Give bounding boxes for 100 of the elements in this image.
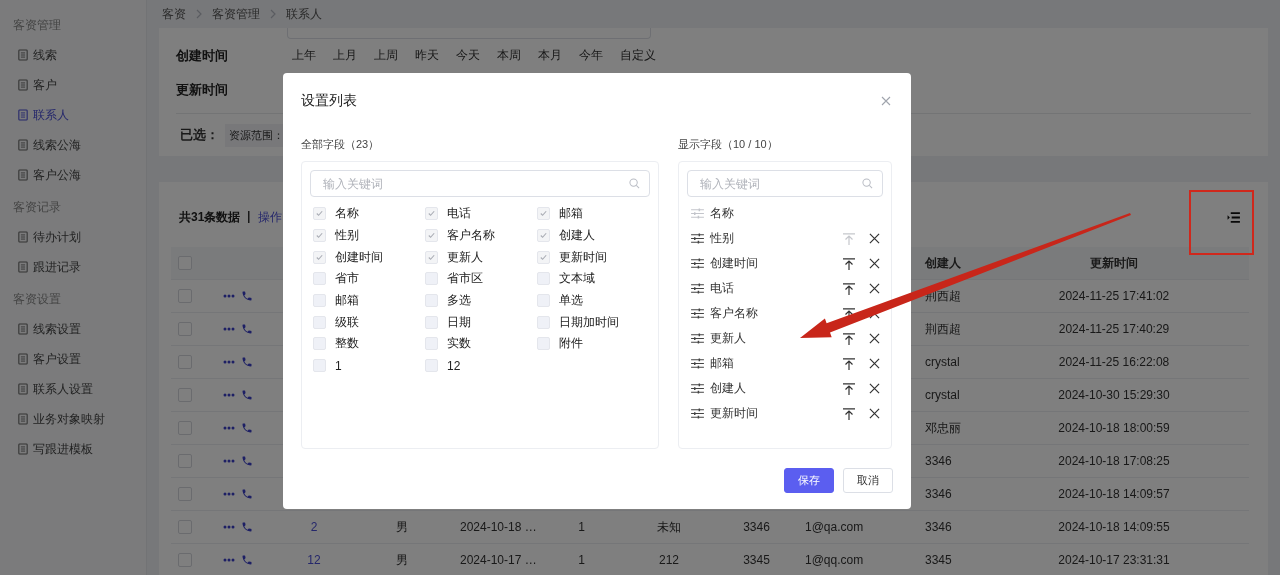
- sidebar-item[interactable]: 待办计划: [0, 222, 146, 252]
- sidebar-item[interactable]: 客户公海: [0, 160, 146, 190]
- contact-link[interactable]: 12: [307, 553, 321, 567]
- checkbox[interactable]: [425, 294, 438, 308]
- filter-option[interactable]: 上周: [374, 47, 398, 65]
- checkbox[interactable]: [537, 272, 550, 286]
- checkbox[interactable]: [313, 272, 326, 286]
- phone-icon[interactable]: [241, 554, 253, 566]
- filter-option[interactable]: 上年: [292, 47, 316, 65]
- save-button[interactable]: 保存: [784, 468, 834, 493]
- drag-handle-icon[interactable]: [691, 308, 704, 319]
- remove-icon[interactable]: [869, 333, 880, 344]
- remove-icon[interactable]: [869, 358, 880, 369]
- checkbox[interactable]: [313, 250, 326, 264]
- more-icon[interactable]: [223, 294, 235, 298]
- sidebar-item[interactable]: 业务对象映射: [0, 404, 146, 434]
- filter-option[interactable]: 本周: [497, 47, 521, 65]
- more-icon[interactable]: [223, 492, 235, 496]
- close-icon[interactable]: [881, 96, 891, 106]
- checkbox[interactable]: [313, 337, 326, 351]
- move-to-top-icon[interactable]: [843, 332, 855, 345]
- search-field[interactable]: 输入关键词: [310, 170, 650, 197]
- move-to-top-icon[interactable]: [843, 357, 855, 370]
- document-icon: [18, 261, 28, 273]
- phone-icon[interactable]: [241, 455, 253, 467]
- checkbox[interactable]: [425, 272, 438, 286]
- drag-handle-icon[interactable]: [691, 408, 704, 419]
- checkbox[interactable]: [537, 250, 550, 264]
- contact-link[interactable]: 2: [310, 520, 318, 534]
- breadcrumb-item[interactable]: 客资: [162, 5, 186, 23]
- phone-icon[interactable]: [241, 422, 253, 434]
- search-field[interactable]: 输入关键词: [687, 170, 883, 197]
- phone-icon[interactable]: [241, 488, 253, 500]
- phone-icon[interactable]: [241, 356, 253, 368]
- filter-option[interactable]: 本月: [538, 47, 562, 65]
- breadcrumb-item[interactable]: 客资管理: [212, 5, 260, 23]
- more-icon[interactable]: [223, 558, 235, 562]
- more-icon[interactable]: [223, 459, 235, 463]
- phone-icon[interactable]: [241, 290, 253, 302]
- sidebar-item[interactable]: 线索设置: [0, 314, 146, 344]
- checkbox[interactable]: [425, 250, 438, 264]
- filter-option[interactable]: 今年: [579, 47, 603, 65]
- sidebar-item[interactable]: 跟进记录: [0, 252, 146, 282]
- remove-icon[interactable]: [869, 283, 880, 294]
- more-icon[interactable]: [223, 426, 235, 430]
- sidebar-item[interactable]: 客户设置: [0, 344, 146, 374]
- checkbox[interactable]: [537, 337, 550, 351]
- filter-option[interactable]: 昨天: [415, 47, 439, 65]
- remove-icon[interactable]: [869, 233, 880, 244]
- cancel-button[interactable]: 取消: [843, 468, 893, 493]
- sidebar-item[interactable]: 写跟进模板: [0, 434, 146, 464]
- move-to-top-icon[interactable]: [843, 382, 855, 395]
- table-cell: 2024-10-18 14:09:57: [1058, 487, 1170, 501]
- checkbox[interactable]: [537, 229, 550, 243]
- field-label: 邮箱: [335, 292, 359, 310]
- checkbox[interactable]: [313, 294, 326, 308]
- sidebar-item[interactable]: 客户: [0, 70, 146, 100]
- more-icon[interactable]: [223, 393, 235, 397]
- sidebar-item[interactable]: 线索公海: [0, 130, 146, 160]
- bulk-action-link[interactable]: 操作: [258, 208, 283, 226]
- checkbox[interactable]: [313, 359, 326, 373]
- drag-handle-icon[interactable]: [691, 283, 704, 294]
- more-icon[interactable]: [223, 525, 235, 529]
- remove-icon[interactable]: [869, 408, 880, 419]
- checkbox[interactable]: [313, 229, 326, 243]
- checkbox[interactable]: [425, 229, 438, 243]
- move-to-top-icon[interactable]: [843, 257, 855, 270]
- checkbox[interactable]: [537, 207, 550, 221]
- column-settings-icon[interactable]: [1227, 211, 1240, 223]
- checkbox[interactable]: [425, 337, 438, 351]
- sidebar-item[interactable]: 线索: [0, 40, 146, 70]
- checkbox[interactable]: [313, 315, 326, 329]
- more-icon[interactable]: [223, 327, 235, 331]
- section-label: 全部字段（23）: [301, 137, 381, 152]
- sidebar-item[interactable]: 联系人设置: [0, 374, 146, 404]
- drag-handle-icon[interactable]: [691, 358, 704, 369]
- checkbox[interactable]: [537, 315, 550, 329]
- field-label: 客户名称: [710, 305, 758, 322]
- more-icon[interactable]: [223, 360, 235, 364]
- drag-handle-icon[interactable]: [691, 233, 704, 244]
- filter-option[interactable]: 今天: [456, 47, 480, 65]
- remove-icon[interactable]: [869, 383, 880, 394]
- checkmark-icon: [315, 209, 324, 219]
- filter-option[interactable]: 上月: [333, 47, 357, 65]
- drag-handle-icon[interactable]: [691, 258, 704, 269]
- checkbox[interactable]: [425, 207, 438, 221]
- sidebar-item[interactable]: 联系人: [0, 100, 146, 130]
- phone-icon[interactable]: [241, 521, 253, 533]
- phone-icon[interactable]: [241, 389, 253, 401]
- filter-option[interactable]: 自定义: [620, 47, 656, 65]
- phone-icon[interactable]: [241, 323, 253, 335]
- checkbox[interactable]: [425, 359, 438, 373]
- drag-handle-icon[interactable]: [691, 333, 704, 344]
- move-to-top-icon[interactable]: [843, 407, 855, 420]
- move-to-top-icon[interactable]: [843, 282, 855, 295]
- checkbox[interactable]: [313, 207, 326, 221]
- drag-handle-icon[interactable]: [691, 383, 704, 394]
- checkbox[interactable]: [537, 294, 550, 308]
- remove-icon[interactable]: [869, 258, 880, 269]
- checkbox[interactable]: [425, 315, 438, 329]
